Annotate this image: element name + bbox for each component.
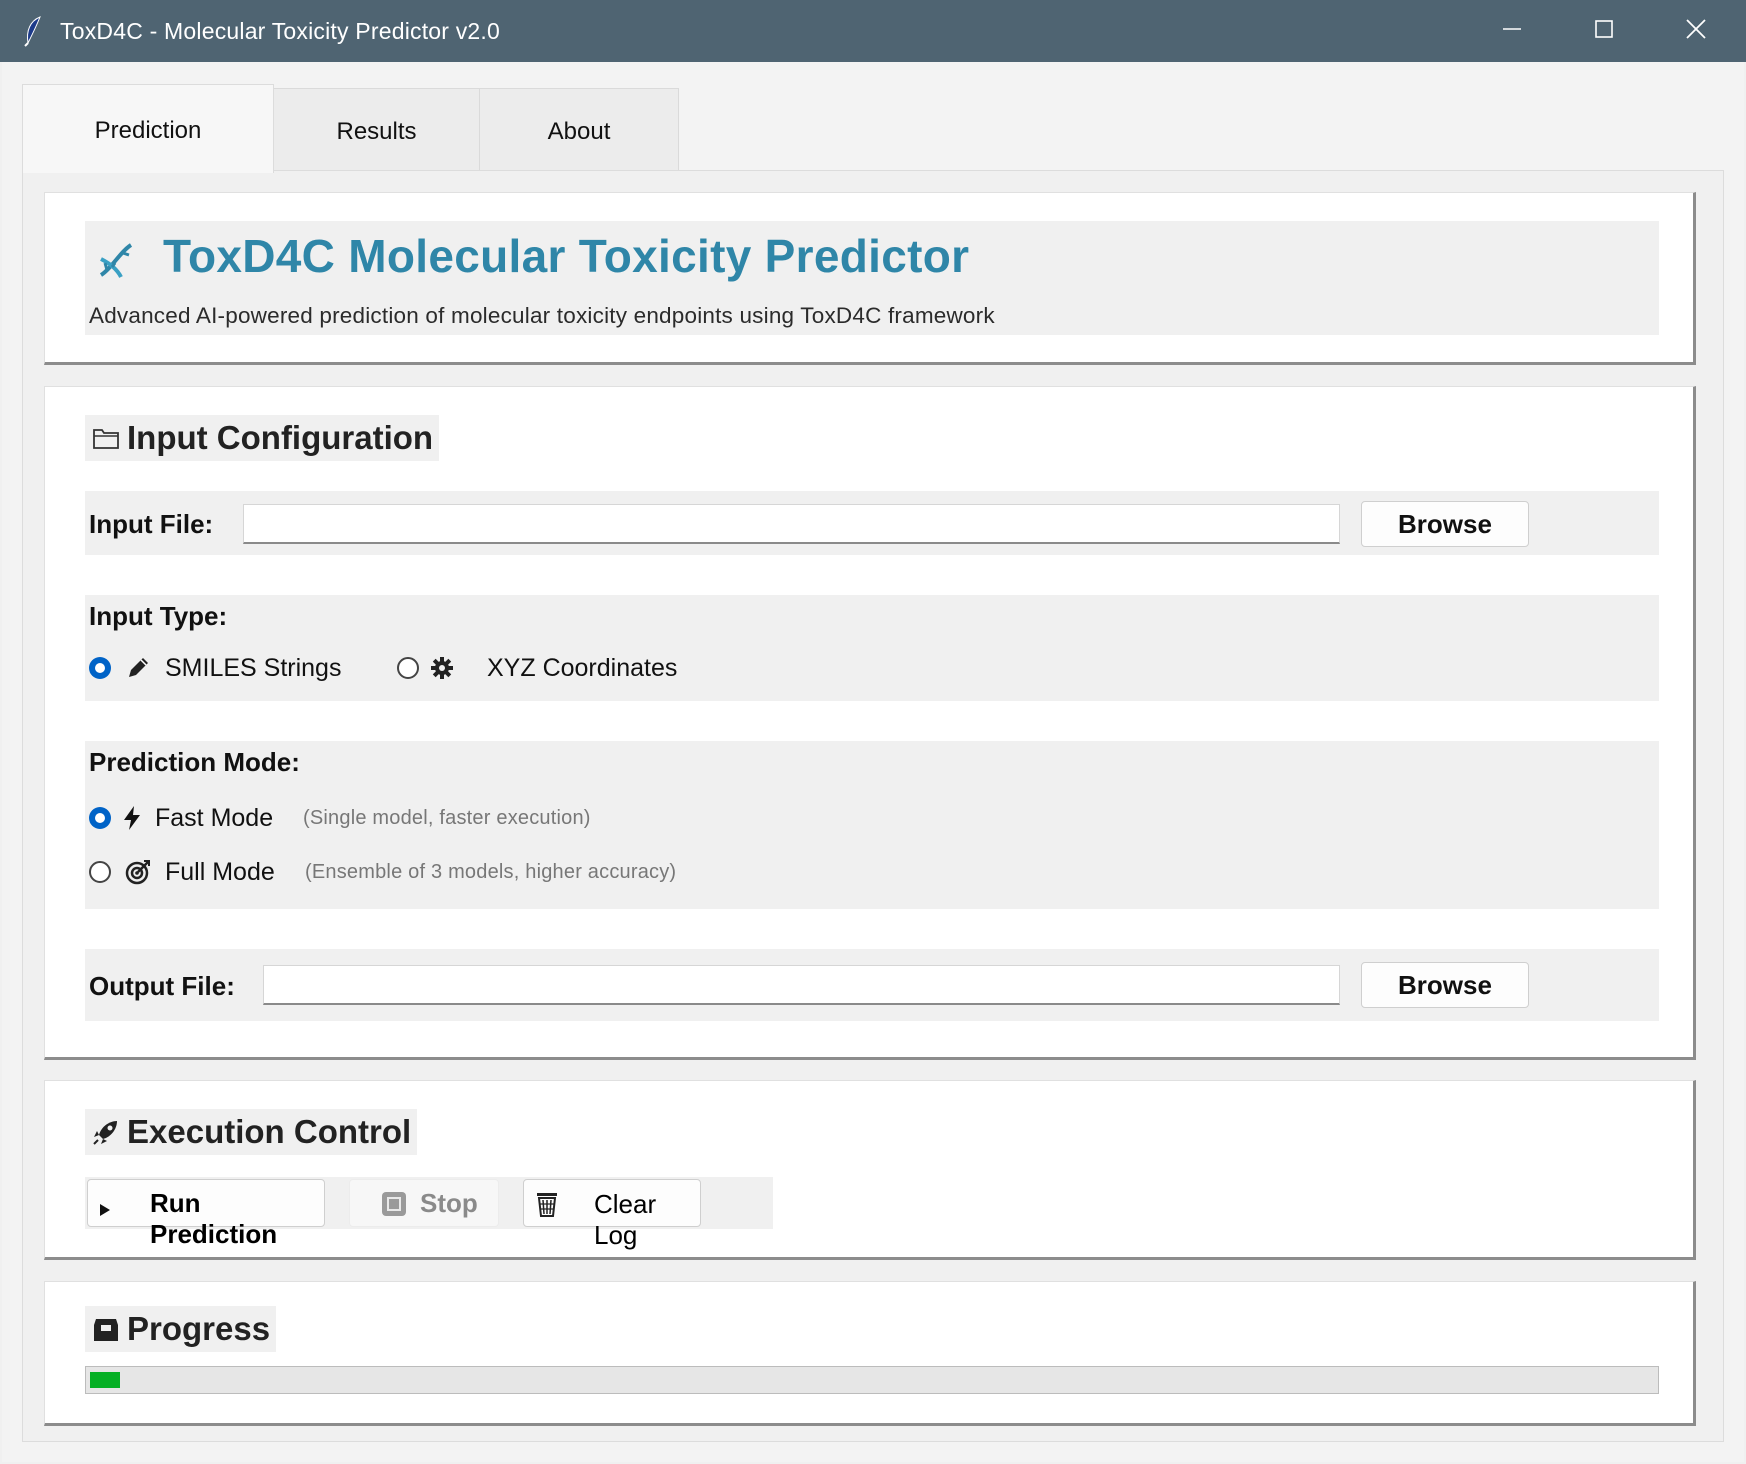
- progress-title: Progress: [127, 1310, 271, 1347]
- maximize-button[interactable]: [1558, 0, 1650, 62]
- input-configuration-title: Input Configuration: [127, 419, 434, 456]
- gear-icon: [429, 655, 455, 681]
- rocket-icon: [91, 1117, 121, 1147]
- full-mode-radio[interactable]: [89, 861, 111, 883]
- xyz-radio[interactable]: [397, 657, 419, 679]
- progress-fill: [90, 1372, 120, 1388]
- progress-bar: [85, 1366, 1659, 1394]
- tab-about[interactable]: About: [479, 88, 679, 171]
- input-file-field[interactable]: [243, 504, 1340, 544]
- smiles-label: SMILES Strings: [165, 654, 342, 682]
- run-prediction-button[interactable]: Run Prediction: [87, 1179, 325, 1249]
- input-file-row: Input File: Browse: [85, 491, 1659, 555]
- full-mode-label: Full Mode: [165, 858, 275, 886]
- input-file-label: Input File:: [89, 509, 214, 539]
- run-prediction-label: Run Prediction: [150, 1188, 278, 1249]
- feather-icon: [22, 15, 44, 47]
- folder-icon: [91, 423, 121, 453]
- xyz-label: XYZ Coordinates: [487, 654, 678, 682]
- clear-log-label: Clear Log: [594, 1189, 657, 1250]
- progress-heading: Progress: [85, 1306, 277, 1352]
- prediction-mode-label: Prediction Mode:: [89, 747, 300, 777]
- stop-button[interactable]: Stop: [349, 1179, 499, 1227]
- output-browse-button[interactable]: Browse: [1361, 962, 1529, 1008]
- pencil-icon: [125, 655, 151, 681]
- stop-icon: [380, 1190, 408, 1225]
- output-file-row: Output File: Browse: [85, 949, 1659, 1021]
- tab-results-label: Results: [336, 118, 417, 145]
- output-file-field[interactable]: [263, 965, 1340, 1005]
- output-browse-label: Browse: [1398, 969, 1492, 1000]
- title-bar[interactable]: ToxD4C - Molecular Toxicity Predictor v2…: [0, 0, 1746, 62]
- input-configuration-heading: Input Configuration: [85, 415, 440, 461]
- tab-prediction-label: Prediction: [94, 117, 202, 144]
- close-button[interactable]: [1650, 0, 1742, 62]
- tab-about-label: About: [547, 118, 611, 145]
- close-icon: [1685, 18, 1707, 45]
- tab-prediction[interactable]: Prediction: [22, 84, 274, 173]
- execution-control-heading: Execution Control: [85, 1109, 418, 1155]
- full-mode-hint: (Ensemble of 3 models, higher accuracy): [305, 861, 677, 883]
- input-browse-label: Browse: [1398, 508, 1492, 539]
- page-subtitle: Advanced AI-powered prediction of molecu…: [89, 303, 995, 328]
- prediction-mode-group: Prediction Mode: Fast Mode (Single model…: [85, 741, 1659, 909]
- minimize-button[interactable]: [1466, 0, 1558, 62]
- header-card: ToxD4C Molecular Toxicity Predictor Adva…: [44, 192, 1696, 365]
- input-browse-button[interactable]: Browse: [1361, 501, 1529, 547]
- play-icon: [98, 1194, 112, 1225]
- fast-mode-label: Fast Mode: [155, 804, 274, 832]
- page-title: ToxD4C Molecular Toxicity Predictor: [163, 230, 970, 282]
- maximize-icon: [1594, 19, 1614, 44]
- smiles-radio[interactable]: [89, 657, 111, 679]
- input-type-group: Input Type: SMILES Strings XYZ Coordinat…: [85, 595, 1659, 701]
- minimize-icon: [1502, 19, 1522, 44]
- execution-control-title: Execution Control: [127, 1113, 412, 1150]
- output-file-label: Output File:: [89, 971, 235, 1001]
- inbox-icon: [91, 1314, 121, 1344]
- progress-card: Progress: [44, 1281, 1696, 1426]
- input-configuration-card: Input Configuration Input File: Browse I…: [44, 386, 1696, 1060]
- fast-mode-radio[interactable]: [89, 807, 111, 829]
- input-type-label: Input Type:: [89, 601, 228, 631]
- trash-icon: [534, 1190, 560, 1225]
- tab-results[interactable]: Results: [273, 88, 480, 171]
- execution-button-row: Run Prediction Stop Clear Log: [85, 1177, 773, 1250]
- stop-label: Stop: [420, 1188, 478, 1218]
- lightning-icon: [119, 805, 145, 831]
- execution-control-card: Execution Control Run Prediction Stop Cl…: [44, 1080, 1696, 1260]
- dna-icon: [95, 239, 137, 281]
- clear-log-button[interactable]: Clear Log: [523, 1179, 701, 1250]
- window-title: ToxD4C - Molecular Toxicity Predictor v2…: [60, 18, 501, 44]
- fast-mode-hint: (Single model, faster execution): [303, 807, 591, 829]
- target-icon: [125, 859, 151, 885]
